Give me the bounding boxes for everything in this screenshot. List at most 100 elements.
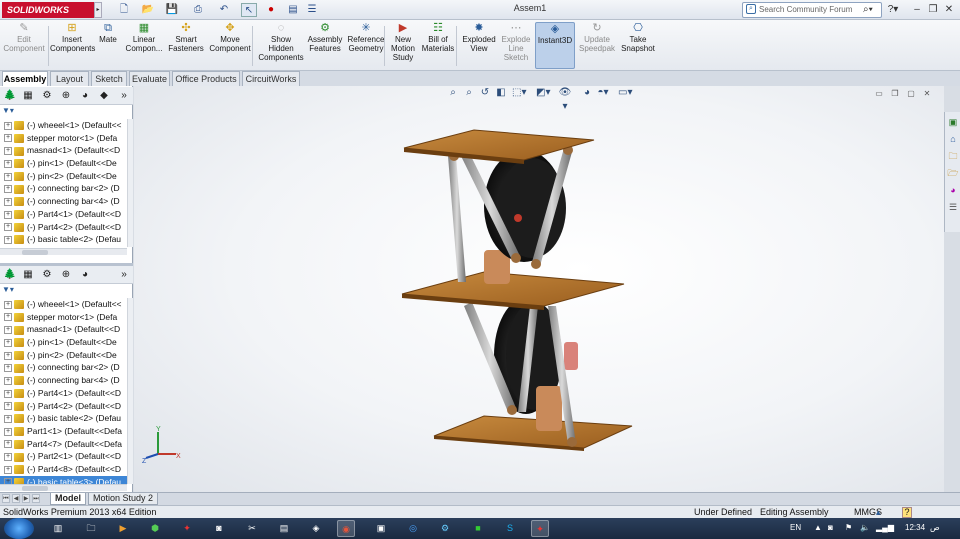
tree-item[interactable]: + (-) Part2<1> (Default<<D bbox=[0, 450, 127, 463]
expand-icon[interactable]: + bbox=[4, 197, 12, 206]
assembly-model[interactable] bbox=[394, 126, 644, 456]
config-manager-icon[interactable]: ⚙ bbox=[40, 268, 54, 282]
solidworks-logo[interactable]: SOLIDWORKS bbox=[2, 2, 94, 18]
scene-icon[interactable]: ◓▾ bbox=[596, 86, 610, 100]
tool-button-16[interactable]: ⎔ Take Snapshot bbox=[618, 22, 658, 69]
tree-item[interactable]: + (-) wheeel<1> (Default<< bbox=[0, 298, 127, 311]
green-app-taskbar-icon[interactable]: ■ bbox=[469, 520, 487, 537]
property-manager-icon[interactable]: ▦ bbox=[21, 89, 35, 103]
view-palette-icon[interactable]: ◕ bbox=[947, 184, 959, 196]
tree-item[interactable]: + masnad<1> (Default<<D bbox=[0, 144, 127, 157]
tree-item[interactable]: +Part1<1> (Default<<Defa bbox=[0, 425, 127, 438]
tool-button-1[interactable]: ✎ Edit Component bbox=[2, 22, 46, 69]
view-settings-icon[interactable]: ▭▾ bbox=[618, 86, 632, 100]
bottom-tab-motion-study[interactable]: Motion Study 2 bbox=[88, 493, 158, 505]
expand-icon[interactable]: + bbox=[4, 402, 12, 411]
tree-item[interactable]: +Part1<1> (Default<<Defa bbox=[0, 246, 127, 248]
custom-properties-icon[interactable]: ☰ bbox=[947, 201, 959, 213]
new-document-icon[interactable]: 🗋 bbox=[116, 3, 132, 17]
tool-button-3[interactable]: ⧉ Mate bbox=[94, 22, 122, 69]
view-orientation-icon[interactable]: ⬚▾ bbox=[512, 86, 526, 100]
tree-item[interactable]: + (-) connecting bar<4> (D bbox=[0, 374, 127, 387]
expand-icon[interactable]: + bbox=[4, 210, 12, 219]
tool-button-12[interactable]: ✸ Exploded View bbox=[460, 22, 498, 69]
expand-icon[interactable]: + bbox=[4, 389, 12, 398]
flag-icon[interactable]: ⚑ bbox=[845, 522, 852, 534]
tree-top-scrollbar[interactable] bbox=[127, 119, 133, 247]
bottom-tab-model[interactable]: Model bbox=[50, 493, 86, 505]
help-icon[interactable]: ?▾ bbox=[886, 3, 900, 16]
display-manager-icon[interactable]: ◕ bbox=[78, 268, 92, 282]
app-green-taskbar-icon[interactable]: ⬢ bbox=[146, 520, 164, 537]
minimize-button[interactable]: – bbox=[910, 3, 924, 16]
viewport-maximize-icon[interactable]: ▢ bbox=[906, 89, 916, 99]
file-properties-icon[interactable]: ▤ bbox=[285, 3, 301, 17]
tree-bottom-scrollbar[interactable] bbox=[127, 298, 133, 484]
expand-icon[interactable]: + bbox=[4, 159, 12, 168]
filter-icon[interactable]: ▼▾ bbox=[2, 106, 20, 117]
panel-expand-icon[interactable]: » bbox=[117, 268, 131, 282]
expand-icon[interactable]: + bbox=[4, 134, 12, 143]
tool-button-13[interactable]: ⋯ Explode Line Sketch bbox=[498, 22, 534, 69]
tree-item[interactable]: + (-) pin<1> (Default<<De bbox=[0, 336, 127, 349]
appearance-icon[interactable]: ◕ bbox=[580, 86, 594, 100]
tab-evaluate[interactable]: Evaluate bbox=[129, 71, 170, 86]
quick-tips-button[interactable]: ? bbox=[902, 507, 912, 518]
expand-icon[interactable]: + bbox=[4, 121, 12, 130]
section-view-icon[interactable]: ◧ bbox=[494, 86, 508, 100]
tool-button-5[interactable]: ✣ Smart Fasteners bbox=[166, 22, 206, 69]
expand-icon[interactable]: + bbox=[4, 414, 12, 423]
display-manager-icon[interactable]: ◕ bbox=[78, 89, 92, 103]
config-manager-icon[interactable]: ⚙ bbox=[40, 89, 54, 103]
expand-icon[interactable]: + bbox=[4, 172, 12, 181]
tool-button-6[interactable]: ✥ Move Component bbox=[208, 22, 252, 69]
tool-button-4[interactable]: ▦ Linear Compon... bbox=[124, 22, 164, 69]
network-app-taskbar-icon[interactable]: ⚙ bbox=[436, 520, 454, 537]
tool-button-2[interactable]: ⊞ Insert Components bbox=[50, 22, 95, 69]
scroll-thumb[interactable] bbox=[22, 486, 48, 491]
solidworks-alt-taskbar-icon[interactable]: ✦ bbox=[178, 520, 196, 537]
close-button[interactable]: ✕ bbox=[942, 3, 956, 16]
tool-button-15[interactable]: ↻ Update Speedpak bbox=[578, 22, 616, 69]
cam-icon[interactable]: ◆ bbox=[97, 89, 111, 103]
panel-expand-icon[interactable]: » bbox=[117, 89, 131, 103]
resources-icon[interactable]: ▣ bbox=[947, 116, 959, 128]
expand-icon[interactable]: + bbox=[4, 147, 12, 156]
nav-first-icon[interactable]: ⏮ bbox=[2, 494, 10, 503]
tree-item[interactable]: + masnad<1> (Default<<D bbox=[0, 323, 127, 336]
expand-icon[interactable]: + bbox=[4, 300, 12, 309]
tab-assembly[interactable]: Assembly bbox=[2, 71, 48, 86]
menu-expand-arrow-icon[interactable]: ▸ bbox=[94, 2, 102, 18]
app-gray-taskbar-icon[interactable]: ◙ bbox=[210, 520, 228, 537]
tree-item[interactable]: + (-) Part4<1> (Default<<D bbox=[0, 387, 127, 400]
tree-item[interactable]: + (-) Part4<1> (Default<<D bbox=[0, 208, 127, 221]
design-library-icon[interactable]: ⌂ bbox=[947, 133, 959, 145]
tree-item[interactable]: + (-) pin<1> (Default<<De bbox=[0, 157, 127, 170]
start-button-icon[interactable] bbox=[4, 518, 34, 539]
file-explorer-icon[interactable]: 🗀 bbox=[947, 150, 959, 162]
tree-item[interactable]: + stepper motor<1> (Defa bbox=[0, 132, 127, 145]
tree-item[interactable]: + (-) Part4<2> (Default<<D bbox=[0, 221, 127, 234]
open-folder-icon[interactable]: 📂 bbox=[140, 3, 156, 17]
feature-tree-icon[interactable]: 🌲 bbox=[3, 89, 17, 103]
tool-button-11[interactable]: ☷ Bill of Materials bbox=[420, 22, 456, 69]
print-icon[interactable]: ⎙ bbox=[190, 3, 206, 17]
undo-icon[interactable]: ↶ bbox=[216, 3, 232, 17]
nav-prev-icon[interactable]: ◀ bbox=[12, 494, 20, 503]
app-blue-taskbar-icon[interactable]: ▤ bbox=[275, 520, 293, 537]
viewport-minimize-icon[interactable]: ▭ bbox=[874, 89, 884, 99]
dim-expert-icon[interactable]: ⊕ bbox=[59, 268, 73, 282]
expand-icon[interactable]: + bbox=[4, 465, 12, 474]
search-button-icon[interactable]: ⌕▾ bbox=[863, 4, 873, 15]
tab-circuitworks[interactable]: CircuitWorks bbox=[242, 71, 300, 86]
expand-icon[interactable]: + bbox=[4, 326, 12, 335]
nav-next-icon[interactable]: ▶ bbox=[22, 494, 30, 503]
rebuild-icon[interactable]: ● bbox=[266, 3, 276, 17]
expand-icon[interactable]: + bbox=[4, 351, 12, 360]
viewport-restore-icon[interactable]: ❐ bbox=[890, 89, 900, 99]
expand-icon[interactable]: + bbox=[4, 235, 12, 244]
zoom-to-area-icon[interactable]: ⌕ bbox=[462, 86, 476, 100]
hide-show-icon[interactable]: 👁▾ bbox=[558, 86, 572, 112]
previous-view-icon[interactable]: ↺ bbox=[478, 86, 492, 100]
expand-icon[interactable]: + bbox=[4, 440, 12, 449]
